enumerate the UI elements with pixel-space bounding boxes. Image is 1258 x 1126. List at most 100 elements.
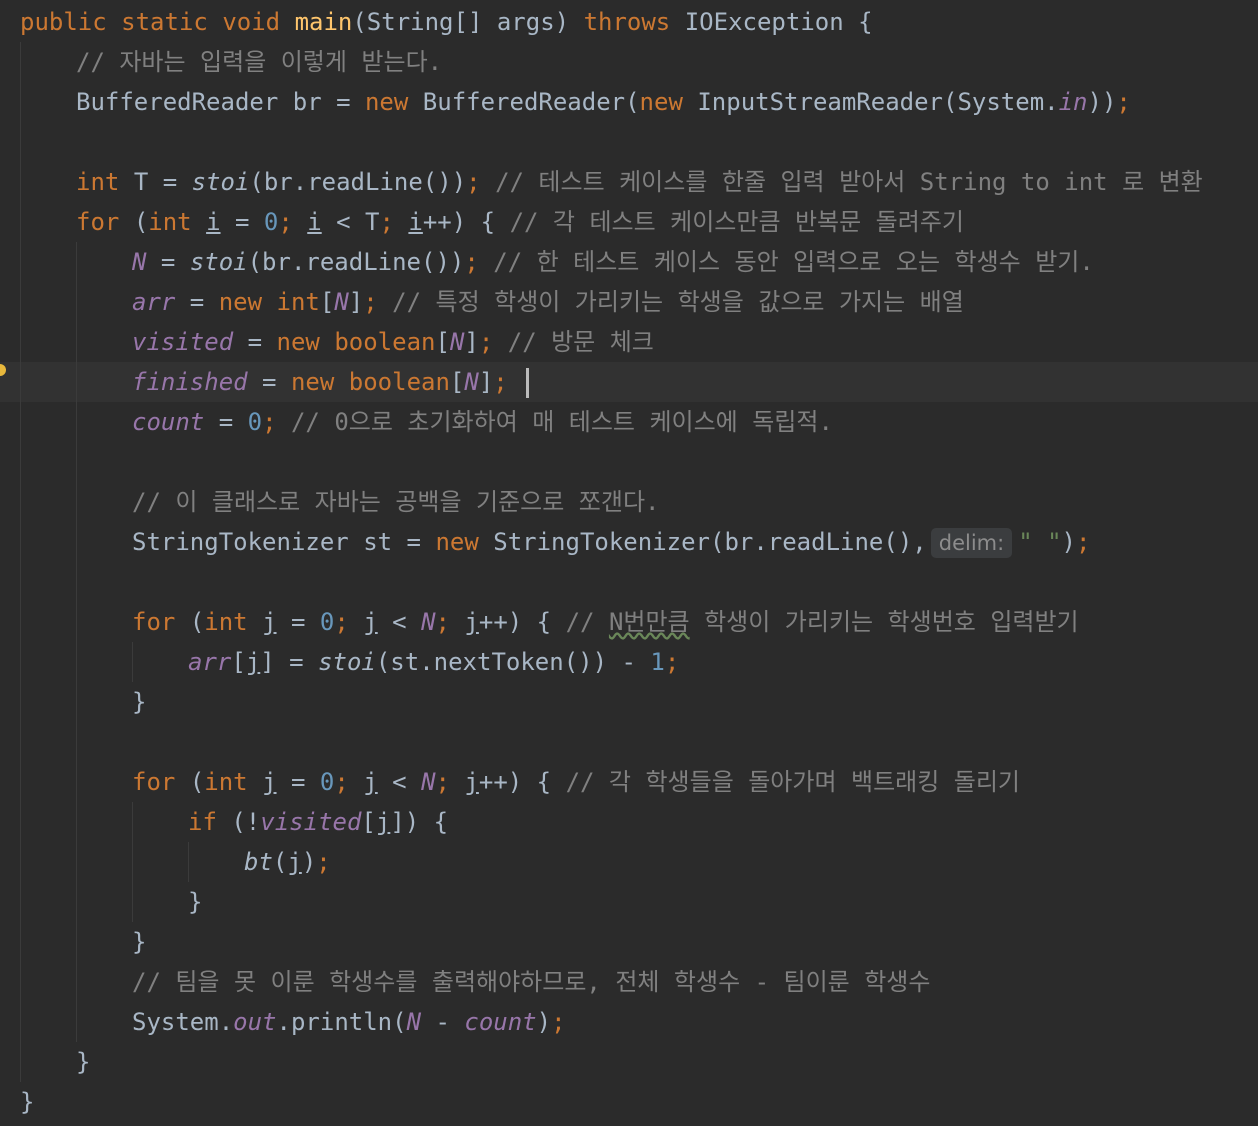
loop-variable: j bbox=[262, 768, 277, 796]
semicolon: ; bbox=[278, 208, 293, 236]
loop-variable: i bbox=[307, 208, 322, 236]
code-text: < bbox=[377, 608, 422, 636]
code-line-21[interactable]: // 팀을 못 이룬 학생수를 출력해야하므로, 전체 학생수 - 팀이룬 학생… bbox=[132, 962, 930, 1002]
loop-variable: i bbox=[408, 208, 423, 236]
static-call: stoi bbox=[318, 648, 376, 676]
comment: // 각 학생들을 돌아가며 백트래킹 돌리기 bbox=[565, 768, 1021, 796]
code-line-17[interactable]: if (!visited[j]) { bbox=[188, 802, 448, 842]
code-line-7[interactable]: arr = new int[N]; // 특정 학생이 가리키는 학생을 값으로… bbox=[132, 282, 964, 322]
code-line-1[interactable]: public static void main(String[] args) t… bbox=[20, 2, 873, 42]
semicolon: ; bbox=[379, 208, 394, 236]
semicolon: ; bbox=[316, 848, 331, 876]
code-line-13[interactable]: for (int j = 0; j < N; j++) { // N번만큼 학생… bbox=[132, 602, 1079, 642]
code-text: = bbox=[175, 288, 219, 316]
semicolon: ; bbox=[1076, 528, 1091, 556]
static-field: N bbox=[334, 288, 349, 316]
code-line-11[interactable]: // 이 클래스로 자바는 공백을 기준으로 쪼갠다. bbox=[132, 482, 659, 522]
keyword: new bbox=[639, 88, 683, 116]
code-editor[interactable]: public static void main(String[] args) t… bbox=[0, 0, 1258, 1126]
keyword: int bbox=[148, 208, 192, 236]
text-caret bbox=[526, 368, 530, 398]
code-text: BufferedReader br = bbox=[76, 88, 365, 116]
semicolon: ; bbox=[664, 648, 680, 676]
keyword: new bbox=[276, 328, 320, 356]
brace: } bbox=[132, 688, 147, 716]
keyword: int bbox=[204, 608, 248, 636]
code-line-18[interactable]: bt(j); bbox=[244, 842, 331, 882]
code-text: )) bbox=[1087, 88, 1117, 116]
number: 0 bbox=[247, 408, 263, 436]
code-text: - bbox=[421, 1008, 465, 1036]
code-text: ]) { bbox=[390, 808, 449, 836]
code-text: = bbox=[220, 208, 264, 236]
keyword: int bbox=[76, 168, 120, 196]
code-line-23[interactable]: } bbox=[76, 1042, 90, 1082]
code-text: (! bbox=[231, 808, 261, 836]
code-text: ( bbox=[133, 208, 149, 236]
code-line-19[interactable]: } bbox=[188, 882, 202, 922]
code-text: ] = bbox=[260, 648, 319, 676]
code-line-9[interactable]: finished = new boolean[N]; bbox=[132, 362, 530, 402]
comment: // 방문 체크 bbox=[507, 328, 654, 356]
code-line-15[interactable]: } bbox=[132, 682, 146, 722]
keyword: if bbox=[188, 808, 217, 836]
number: 0 bbox=[319, 608, 335, 636]
code-text: [ bbox=[361, 808, 376, 836]
loop-variable: j bbox=[262, 608, 277, 636]
code-text: T = bbox=[133, 168, 192, 196]
keyword: int bbox=[204, 768, 248, 796]
code-text: [ bbox=[435, 328, 450, 356]
code-text: [ bbox=[231, 648, 246, 676]
code-line-6[interactable]: N = stoi(br.readLine()); // 한 테스트 케이스 동안… bbox=[132, 242, 1094, 282]
loop-variable: j bbox=[245, 648, 261, 676]
code-text: ] bbox=[464, 328, 479, 356]
code-text: System. bbox=[132, 1008, 234, 1036]
keyword: throws bbox=[583, 8, 671, 36]
static-field: N bbox=[421, 768, 436, 796]
code-text: = bbox=[247, 368, 291, 396]
code-line-10[interactable]: count = 0; // 0으로 초기화하여 매 테스트 케이스에 독립적. bbox=[132, 402, 833, 442]
semicolon: ; bbox=[435, 608, 450, 636]
code-line-5[interactable]: for (int i = 0; i < T; i++) { // 각 테스트 케… bbox=[76, 202, 964, 242]
brace: } bbox=[20, 1088, 35, 1116]
indent-guide bbox=[132, 642, 133, 682]
code-text: ++) { bbox=[478, 608, 552, 636]
code-line-16[interactable]: for (int j = 0; j < N; j++) { // 각 학생들을 … bbox=[132, 762, 1020, 802]
code-text: = bbox=[233, 328, 277, 356]
number: 0 bbox=[319, 768, 335, 796]
code-line-22[interactable]: System.out.println(N - count); bbox=[132, 1002, 566, 1042]
code-line-12[interactable]: StringTokenizer st = new StringTokenizer… bbox=[132, 522, 1090, 562]
comment: // bbox=[565, 608, 609, 636]
loop-variable: j bbox=[363, 608, 378, 636]
code-line-24[interactable]: } bbox=[20, 1082, 34, 1122]
static-field: finished bbox=[132, 368, 248, 396]
code-text: StringTokenizer st = bbox=[132, 528, 436, 556]
code-line-14[interactable]: arr[j] = stoi(st.nextToken()) - 1; bbox=[188, 642, 679, 682]
comment: // 각 테스트 케이스만큼 반복문 돌려주기 bbox=[509, 208, 964, 236]
keyword: static bbox=[121, 8, 208, 36]
code-text: ( bbox=[272, 848, 288, 876]
code-text: BufferedReader( bbox=[422, 88, 640, 116]
semicolon: ; bbox=[478, 328, 494, 356]
code-text: = bbox=[276, 608, 320, 636]
keyword: for bbox=[132, 608, 176, 636]
code-text: ++) { bbox=[422, 208, 496, 236]
semicolon: ; bbox=[435, 768, 450, 796]
code-line-2[interactable]: // 자바는 입력을 이렇게 받는다. bbox=[76, 42, 442, 82]
keyword: boolean bbox=[334, 328, 436, 356]
code-text: < T bbox=[321, 208, 380, 236]
code-text: ++) { bbox=[478, 768, 552, 796]
indent-guide bbox=[188, 842, 189, 882]
semicolon: ; bbox=[363, 288, 378, 316]
code-line-4[interactable]: int T = stoi(br.readLine()); // 테스트 케이스를… bbox=[76, 162, 1203, 202]
indent-guide bbox=[132, 802, 133, 922]
code-line-8[interactable]: visited = new boolean[N]; // 방문 체크 bbox=[132, 322, 654, 362]
code-line-3[interactable]: BufferedReader br = new BufferedReader(n… bbox=[76, 82, 1131, 122]
comment: // 자바는 입력을 이렇게 받는다. bbox=[76, 48, 443, 76]
code-line-20[interactable]: } bbox=[132, 922, 146, 962]
keyword: new bbox=[364, 88, 409, 116]
keyword: public bbox=[20, 8, 107, 36]
keyword: for bbox=[76, 208, 120, 236]
code-text: ) bbox=[301, 848, 317, 876]
semicolon: ; bbox=[466, 168, 481, 196]
